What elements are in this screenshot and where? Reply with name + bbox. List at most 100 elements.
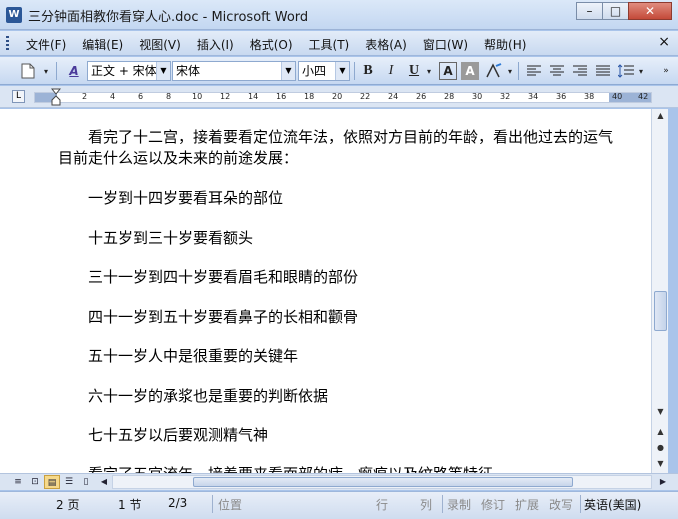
vertical-scrollbar[interactable]: ▲ ▼ ▲ ● ▼ <box>651 109 668 473</box>
document-line[interactable]: 三十一岁到四十岁要看眉毛和眼睛的部份 <box>88 266 358 287</box>
ruler-number: 14 <box>248 92 259 101</box>
menu-format[interactable]: 格式(O) <box>250 36 293 53</box>
browse-object-icon[interactable]: ● <box>652 441 669 455</box>
style-dropdown[interactable]: 正文 + 宋体 ▼ <box>87 61 171 81</box>
document-line[interactable]: 一岁到十四岁要看耳朵的部位 <box>88 187 283 208</box>
document-line[interactable]: 十五岁到三十岁要看额头 <box>88 227 253 248</box>
menu-file[interactable]: 文件(F) <box>26 36 66 53</box>
font-size-dropdown[interactable]: 小四 ▼ <box>298 61 350 81</box>
ruler-number: 18 <box>304 92 315 101</box>
status-extend[interactable]: 扩展 <box>515 496 539 513</box>
status-overtype[interactable]: 改写 <box>549 496 573 513</box>
underline-button[interactable]: U <box>404 61 424 81</box>
document-page[interactable]: 看完了十二宫，接着要看定位流年法，依照对方目前的年龄，看出他过去的运气目前走什么… <box>0 109 651 473</box>
maximize-button[interactable]: □ <box>602 2 629 20</box>
status-position: 位置 <box>218 498 243 512</box>
styles-pane-icon[interactable]: A <box>64 61 84 81</box>
line-spacing-options-icon[interactable]: ▾ <box>636 61 646 81</box>
highlight-options-icon[interactable]: ▾ <box>505 61 515 81</box>
status-column: 列 <box>420 498 433 512</box>
ruler-number: 16 <box>276 92 287 101</box>
document-line[interactable]: 七十五岁以后要观测精气神 <box>88 424 268 445</box>
ruler-number: 40 <box>612 92 623 101</box>
menu-help[interactable]: 帮助(H) <box>484 36 526 53</box>
horizontal-scroll-thumb[interactable] <box>193 477 573 487</box>
menu-window[interactable]: 窗口(W) <box>423 36 468 53</box>
highlight-icon[interactable] <box>484 61 504 81</box>
document-line[interactable]: 五十一岁人中是很重要的关键年 <box>88 345 298 366</box>
menu-grip-handle[interactable] <box>6 36 9 51</box>
toolbar-separator <box>56 62 57 80</box>
document-close-icon[interactable]: × <box>658 34 670 50</box>
distributed-align-icon[interactable] <box>593 61 613 81</box>
ruler-number: 32 <box>500 92 511 101</box>
menu-table[interactable]: 表格(A) <box>365 36 407 53</box>
status-language[interactable]: 英语(美国) <box>584 496 641 513</box>
underline-options-icon[interactable]: ▾ <box>424 61 434 81</box>
ruler-number: 12 <box>220 92 231 101</box>
reading-view-icon[interactable]: ▯ <box>78 475 94 489</box>
horizontal-ruler: L 2 4 6 8 10 12 14 16 18 20 22 24 26 28 … <box>0 86 678 108</box>
toolbar-overflow-icon[interactable]: » <box>660 61 672 81</box>
status-separator <box>212 495 213 513</box>
chevron-down-icon[interactable]: ▼ <box>281 62 295 80</box>
document-line[interactable]: 看完了五官流年，接着要来看面部的痣、瘢痕以及纹路等特征 <box>88 463 493 473</box>
bold-button[interactable]: B <box>358 61 378 81</box>
status-separator <box>580 495 581 513</box>
toolbar-separator <box>518 62 519 80</box>
normal-view-icon[interactable]: ≡ <box>10 475 26 489</box>
menu-view[interactable]: 视图(V) <box>139 36 181 53</box>
word-app-icon[interactable]: W <box>6 7 22 23</box>
align-left-icon[interactable] <box>524 61 544 81</box>
status-separator <box>442 495 443 513</box>
italic-button[interactable]: I <box>381 61 401 81</box>
minimize-button[interactable]: – <box>576 2 603 20</box>
ruler-number: 20 <box>332 92 343 101</box>
window-title: 三分钟面相教你看穿人心.doc - Microsoft Word <box>28 10 309 25</box>
horizontal-scrollbar[interactable] <box>112 475 652 489</box>
status-record[interactable]: 录制 <box>447 496 471 513</box>
status-track-changes[interactable]: 修订 <box>481 496 505 513</box>
menu-tools[interactable]: 工具(T) <box>309 36 350 53</box>
chevron-down-icon[interactable]: ▼ <box>335 62 349 80</box>
chevron-down-icon[interactable]: ▼ <box>156 62 170 80</box>
toolbar-options-icon[interactable]: ▾ <box>40 61 52 81</box>
vertical-scroll-thumb[interactable] <box>654 291 667 331</box>
scroll-right-icon[interactable]: ▶ <box>655 475 671 489</box>
ruler-number: 22 <box>360 92 371 101</box>
ruler-number: 42 <box>638 92 649 101</box>
scroll-down-icon[interactable]: ▼ <box>652 405 669 419</box>
font-value: 宋体 <box>176 64 201 78</box>
outline-view-icon[interactable]: ☰ <box>61 475 77 489</box>
menu-edit[interactable]: 编辑(E) <box>82 36 123 53</box>
ruler-number: 6 <box>138 92 144 101</box>
ruler-number: 26 <box>416 92 427 101</box>
line-spacing-icon[interactable] <box>616 61 636 81</box>
scroll-up-icon[interactable]: ▲ <box>652 109 669 123</box>
font-size-value: 小四 <box>302 64 327 78</box>
tab-selector-button[interactable]: L <box>12 90 25 103</box>
character-border-button[interactable]: A <box>439 62 457 80</box>
previous-page-icon[interactable]: ▲ <box>652 425 669 439</box>
ruler-number: 34 <box>528 92 539 101</box>
document-line[interactable]: 六十一岁的承浆也是重要的判断依据 <box>88 385 328 406</box>
menu-bar: 文件(F) 编辑(E) 视图(V) 插入(I) 格式(O) 工具(T) 表格(A… <box>0 31 678 56</box>
new-document-icon[interactable] <box>18 61 38 81</box>
font-dropdown[interactable]: 宋体 ▼ <box>172 61 296 81</box>
print-layout-icon[interactable]: ▤ <box>44 475 60 489</box>
scroll-left-icon[interactable]: ◀ <box>96 475 112 489</box>
toolbar-separator <box>354 62 355 80</box>
status-bar: 2 页 1 节 2/3 位置 行 列 录制 修订 扩展 改写 英语(美国) <box>0 491 678 519</box>
align-right-icon[interactable] <box>570 61 590 81</box>
ruler-number: 8 <box>166 92 172 101</box>
close-button[interactable]: ✕ <box>628 2 672 20</box>
indent-marker-icon[interactable] <box>51 88 61 106</box>
web-layout-icon[interactable]: ⊡ <box>27 475 43 489</box>
document-line[interactable]: 四十一岁到五十岁要看鼻子的长相和颧骨 <box>88 306 358 327</box>
next-page-icon[interactable]: ▼ <box>652 457 669 471</box>
character-shading-button[interactable]: A <box>461 62 479 80</box>
align-center-icon[interactable] <box>547 61 567 81</box>
menu-insert[interactable]: 插入(I) <box>197 36 234 53</box>
status-section: 1 节 <box>118 498 142 512</box>
document-paragraph[interactable]: 看完了十二宫，接着要看定位流年法，依照对方目前的年龄，看出他过去的运气目前走什么… <box>58 127 618 169</box>
